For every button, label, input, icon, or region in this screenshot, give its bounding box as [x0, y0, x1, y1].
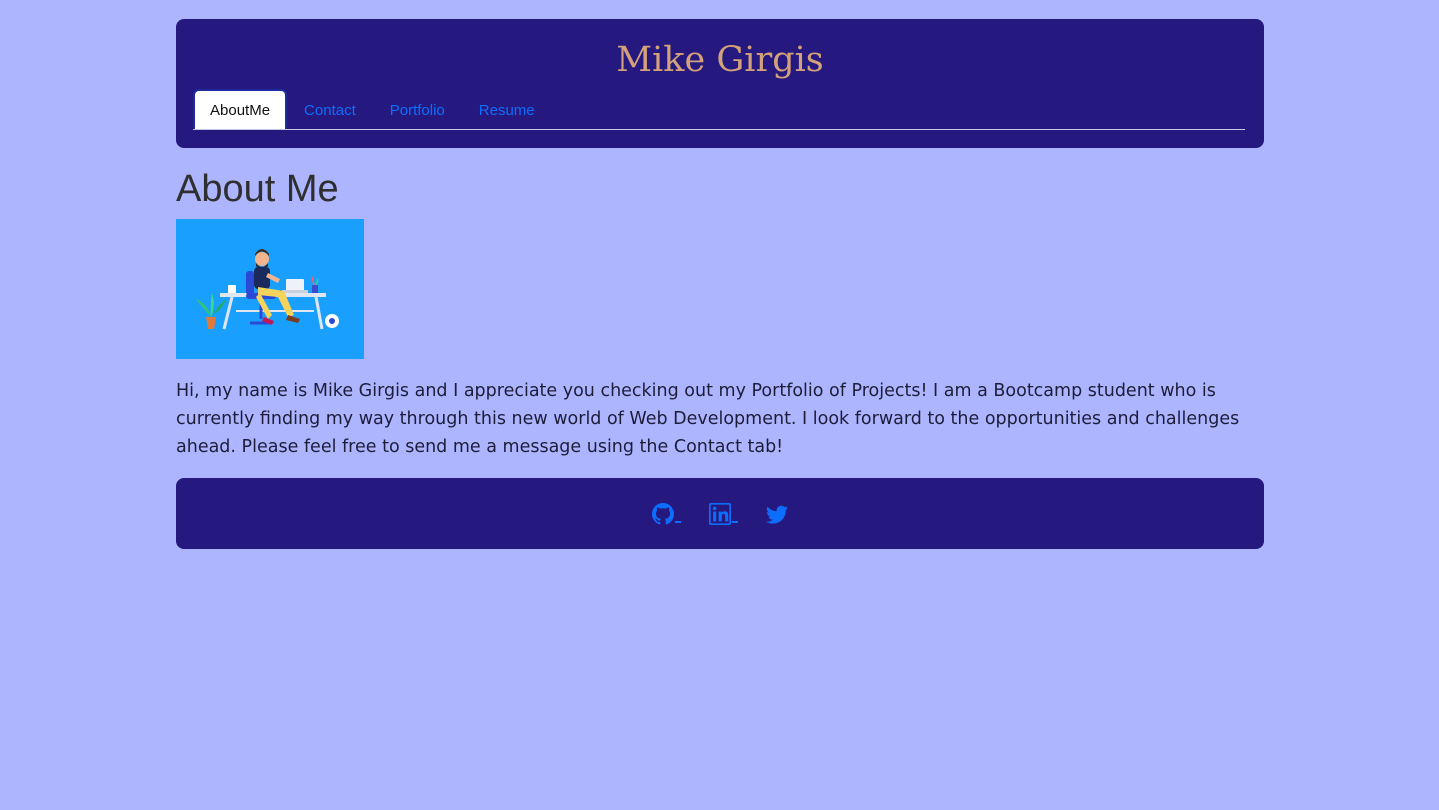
github-icon [652, 502, 674, 524]
link-underline [732, 520, 738, 523]
site-title: Mike Girgis [616, 40, 824, 80]
bio-text: Hi, my name is Mike Girgis and I appreci… [176, 381, 1240, 457]
linkedin-link[interactable] [709, 502, 738, 525]
page-container: Mike Girgis AboutMe Contact Portfolio Re… [176, 19, 1264, 549]
tab-portfolio[interactable]: Portfolio [373, 91, 462, 129]
tab-contact[interactable]: Contact [287, 91, 373, 129]
site-footer [176, 478, 1264, 549]
developer-at-desk-illustration [176, 219, 364, 359]
section-heading: About Me [176, 168, 339, 210]
tab-aboutme[interactable]: AboutMe [193, 89, 288, 129]
tab-resume[interactable]: Resume [462, 91, 552, 129]
twitter-icon [766, 505, 788, 524]
site-header: Mike Girgis AboutMe Contact Portfolio Re… [176, 19, 1264, 148]
link-underline [675, 520, 681, 523]
nav-tabs: AboutMe Contact Portfolio Resume [193, 89, 1245, 130]
linkedin-icon [709, 502, 731, 525]
github-link[interactable] [652, 502, 681, 525]
twitter-link[interactable] [766, 503, 788, 525]
